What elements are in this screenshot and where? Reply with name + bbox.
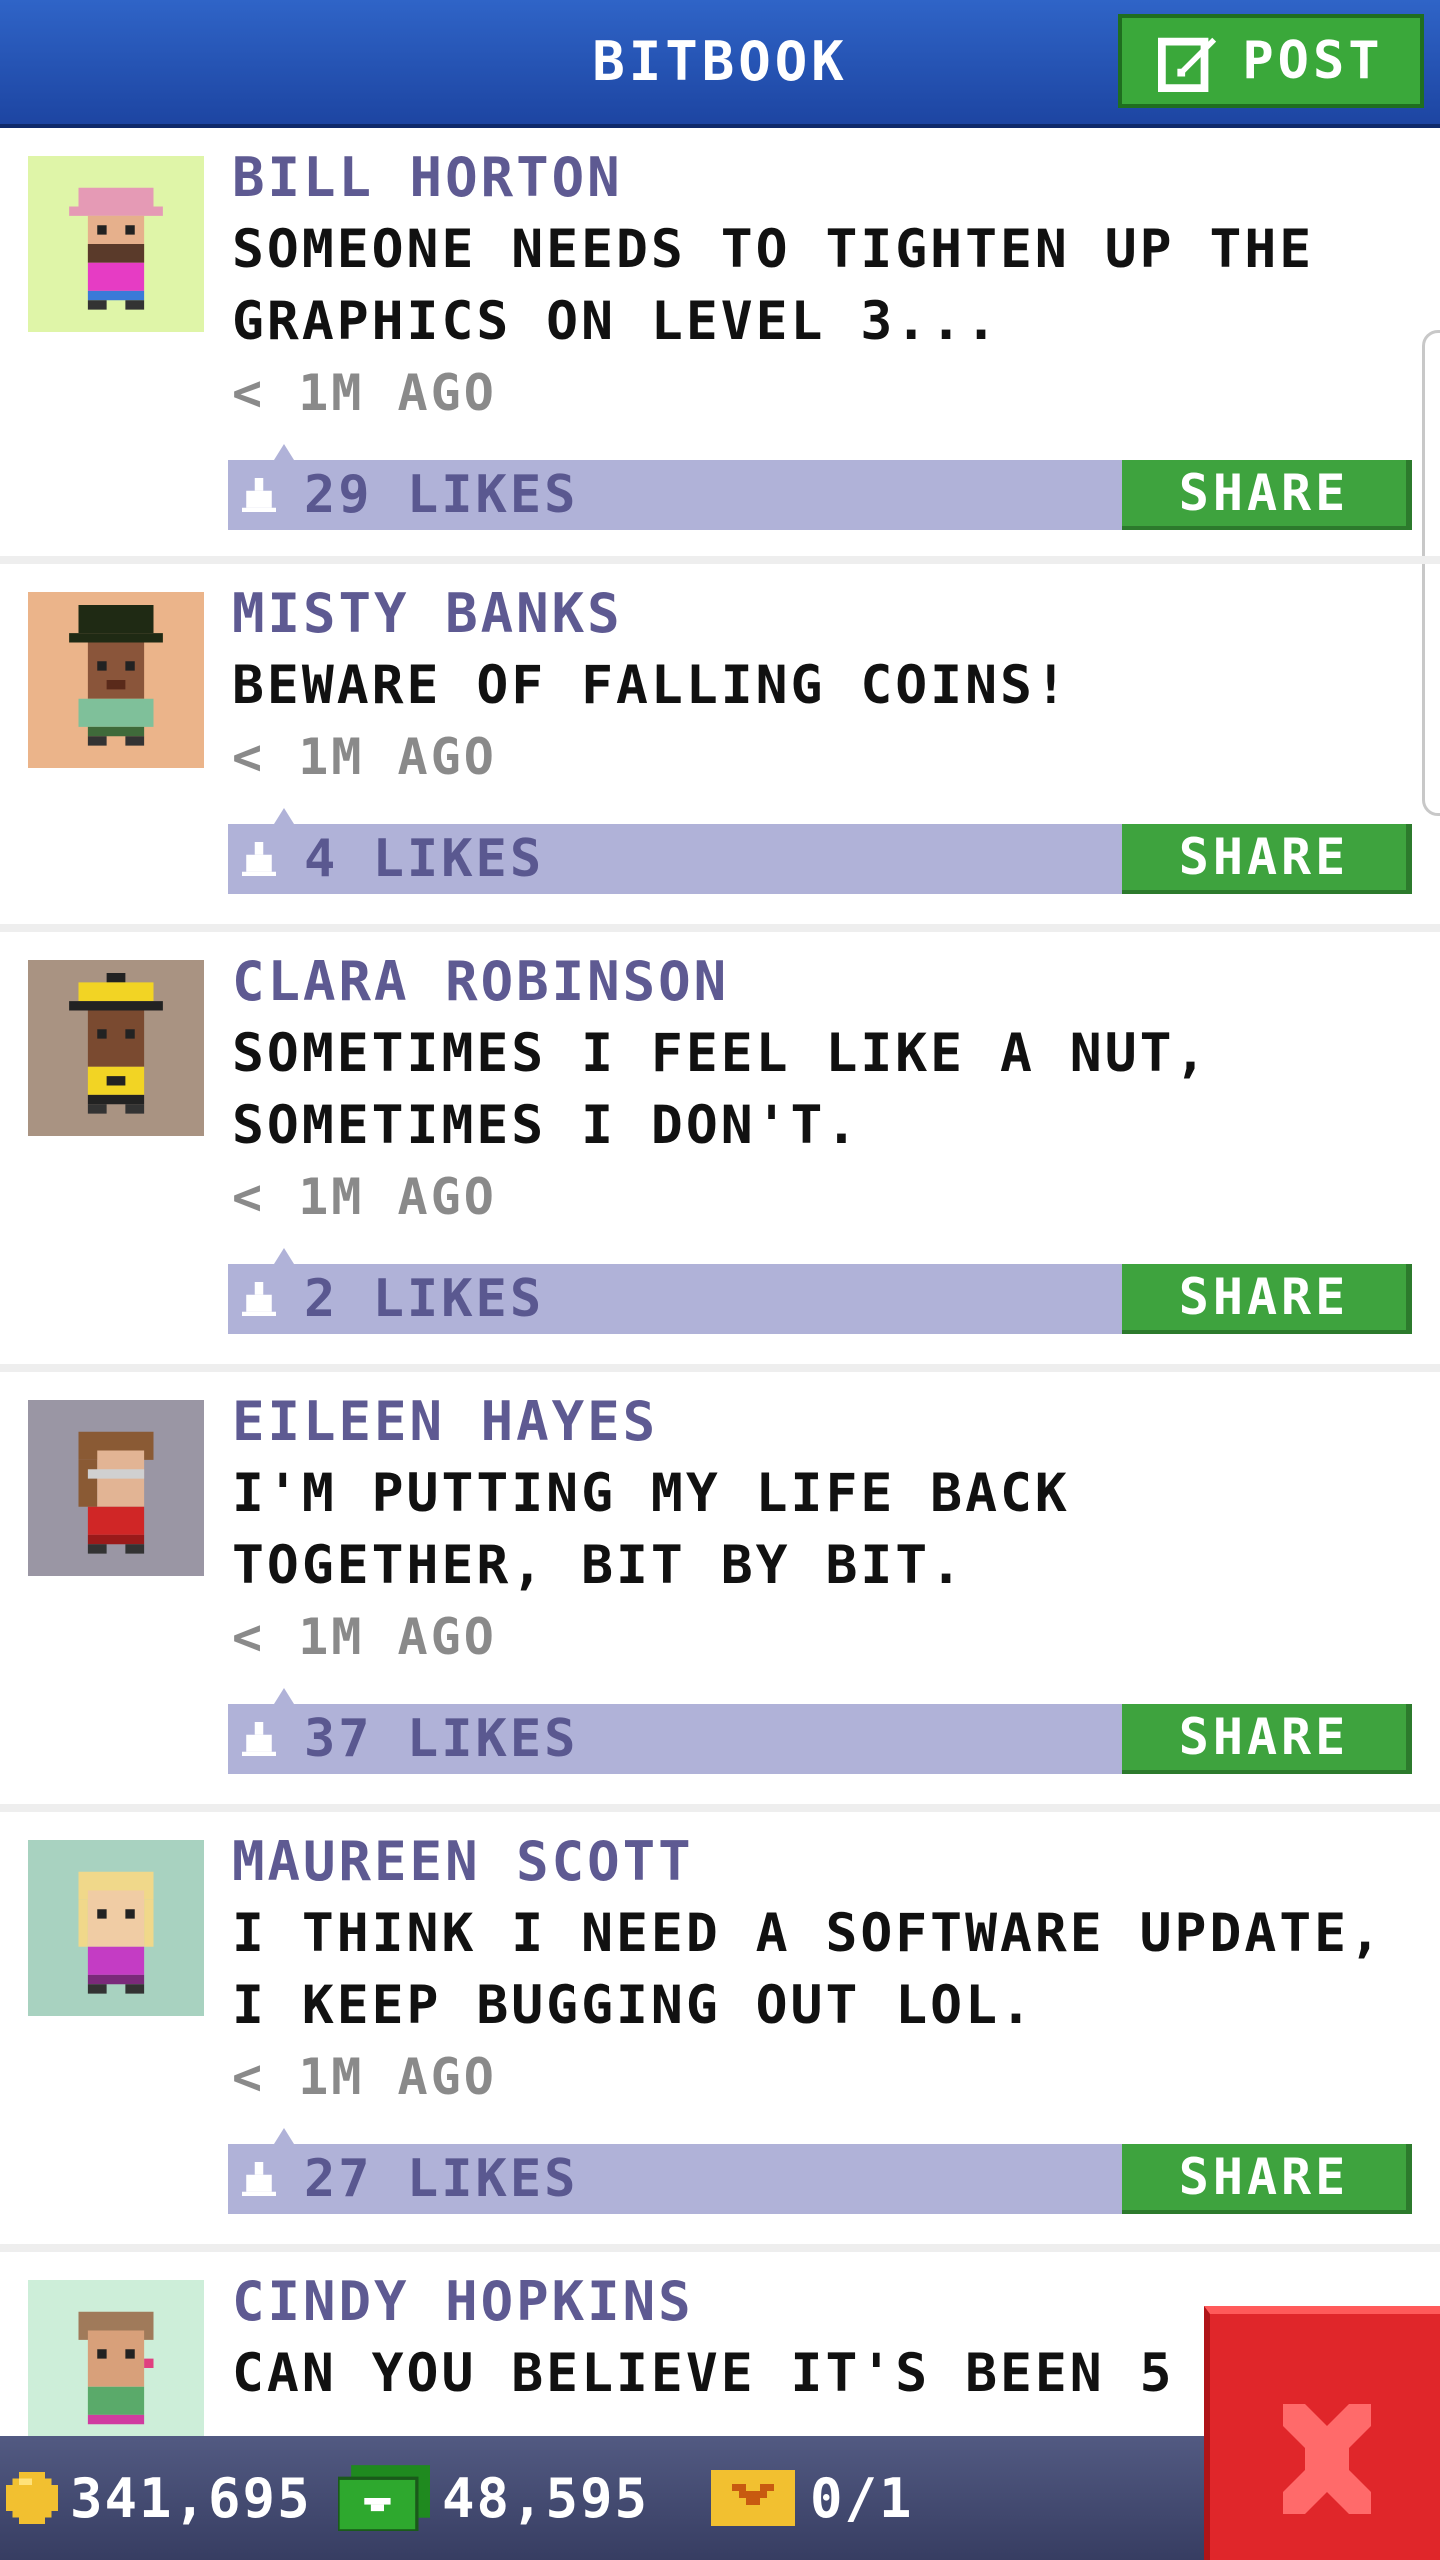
likes-bar: 37 LIKES SHARE	[228, 1688, 1412, 1774]
avatar-image	[78, 2311, 154, 2425]
feed-list: BILL HORTON SOMEONE NEEDS TO TIGHTEN UP …	[0, 128, 1440, 2552]
post-time: < 1M AGO	[232, 728, 497, 786]
avatar-image	[69, 973, 163, 1114]
thumbs-up-icon[interactable]	[242, 842, 276, 876]
feed-post: MAUREEN SCOTT I THINK I NEED A SOFTWARE …	[0, 1812, 1440, 2252]
share-button[interactable]: SHARE	[1122, 1264, 1412, 1334]
post-text: SOMEONE NEEDS TO TIGHTEN UP THE GRAPHICS…	[232, 219, 1315, 352]
feed-post: CLARA ROBINSON SOMETIMES I FEEL LIKE A N…	[0, 932, 1440, 1372]
post-button-label: POST	[1242, 31, 1384, 91]
compose-icon	[1158, 37, 1217, 92]
feed-post: EILEEN HAYES I'M PUTTING MY LIFE BACK TO…	[0, 1372, 1440, 1812]
post-text: I THINK I NEED A SOFTWARE UPDATE, I KEEP…	[232, 1903, 1384, 2036]
coins-count: 341,695	[70, 2466, 312, 2530]
bux-stat: 48,595	[338, 2436, 649, 2560]
avatar	[28, 1400, 204, 1576]
likes-bar: 4 LIKES SHARE	[228, 808, 1412, 894]
post-time: < 1M AGO	[232, 364, 497, 422]
avatar	[28, 156, 204, 332]
share-button[interactable]: SHARE	[1122, 824, 1412, 894]
post-text: BEWARE OF FALLING COINS!	[232, 655, 1070, 716]
avatar	[28, 2280, 204, 2456]
post-time: < 1M AGO	[232, 1168, 497, 1226]
post-text: I'M PUTTING MY LIFE BACK TOGETHER, BIT B…	[232, 1463, 1070, 1596]
tickets-stat: 0/1	[708, 2436, 914, 2560]
close-icon	[1283, 2404, 1371, 2514]
tickets-count: 0/1	[810, 2466, 914, 2530]
thumbs-up-icon[interactable]	[242, 478, 276, 512]
thumbs-up-icon[interactable]	[242, 2162, 276, 2196]
post-button[interactable]: POST	[1118, 14, 1424, 108]
coin-icon	[6, 2472, 58, 2524]
likes-bar: 2 LIKES SHARE	[228, 1248, 1412, 1334]
likes-count: 2 LIKES	[304, 1269, 545, 1329]
share-button[interactable]: SHARE	[1122, 1704, 1412, 1774]
likes-count: 37 LIKES	[304, 1709, 579, 1769]
feed-post: MISTY BANKS BEWARE OF FALLING COINS! < 1…	[0, 564, 1440, 932]
app-header: BITBOOK POST	[0, 0, 1440, 128]
post-author[interactable]: MISTY BANKS	[232, 582, 623, 645]
likes-count: 29 LIKES	[304, 465, 579, 525]
avatar	[28, 1840, 204, 2016]
likes-count: 27 LIKES	[304, 2149, 579, 2209]
avatar-image	[78, 1871, 154, 1994]
share-button[interactable]: SHARE	[1122, 2144, 1412, 2214]
post-time: < 1M AGO	[232, 1608, 497, 1666]
post-author[interactable]: CINDY HOPKINS	[232, 2270, 694, 2333]
avatar	[28, 592, 204, 768]
likes-bar: 29 LIKES SHARE	[228, 444, 1412, 530]
avatar-image	[78, 1431, 154, 1554]
ticket-icon	[711, 2470, 795, 2526]
post-author[interactable]: BILL HORTON	[232, 146, 623, 209]
bux-icon	[338, 2465, 430, 2531]
post-author[interactable]: EILEEN HAYES	[232, 1390, 658, 1453]
thumbs-up-icon[interactable]	[242, 1282, 276, 1316]
share-button[interactable]: SHARE	[1122, 460, 1412, 530]
avatar-image	[69, 187, 163, 310]
avatar	[28, 960, 204, 1136]
feed-post: BILL HORTON SOMEONE NEEDS TO TIGHTEN UP …	[0, 128, 1440, 564]
post-author[interactable]: MAUREEN SCOTT	[232, 1830, 694, 1893]
likes-bar: 27 LIKES SHARE	[228, 2128, 1412, 2214]
likes-count: 4 LIKES	[304, 829, 545, 889]
bux-count: 48,595	[442, 2466, 650, 2530]
thumbs-up-icon[interactable]	[242, 1722, 276, 1756]
coins-stat: 341,695	[6, 2436, 312, 2560]
post-time: < 1M AGO	[232, 2048, 497, 2106]
post-text: SOMETIMES I FEEL LIKE A NUT, SOMETIMES I…	[232, 1023, 1210, 1156]
close-button[interactable]	[1204, 2306, 1440, 2560]
avatar-image	[69, 605, 163, 746]
post-author[interactable]: CLARA ROBINSON	[232, 950, 729, 1013]
